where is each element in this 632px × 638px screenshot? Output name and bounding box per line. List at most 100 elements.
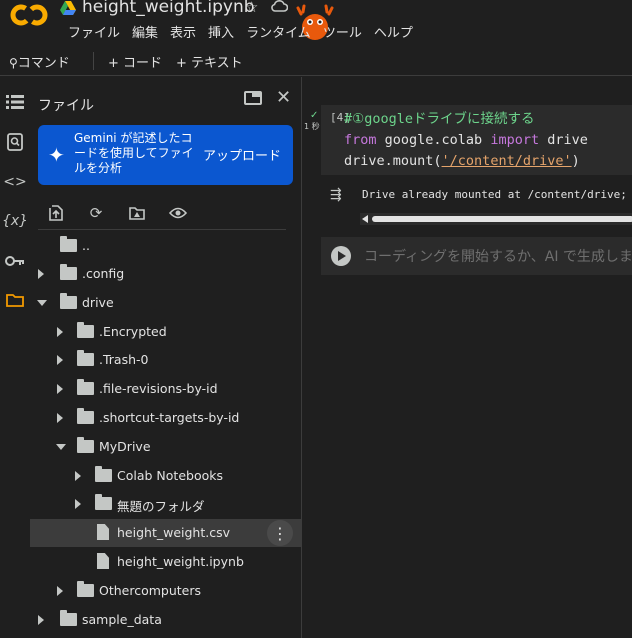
chevron-right-icon[interactable]: [38, 269, 44, 279]
execution-time: 1 秒: [304, 122, 320, 131]
folder-icon: [60, 264, 77, 280]
tree-item-othercomputers[interactable]: Othercomputers: [30, 577, 302, 605]
colab-logo-icon[interactable]: [10, 3, 48, 27]
menu-help[interactable]: ヘルプ: [368, 22, 419, 41]
folder-icon: [77, 437, 94, 453]
chevron-right-icon[interactable]: [57, 384, 63, 394]
table-of-contents-icon[interactable]: [4, 91, 26, 113]
left-rail: <> {x}: [0, 77, 30, 638]
gemini-banner[interactable]: ✦ Gemini が記述したコードを使用してファイルを分析 アップロード: [38, 125, 293, 185]
chevron-right-icon[interactable]: [38, 615, 44, 625]
code-snippets-icon[interactable]: <>: [3, 171, 26, 193]
tree-item-file-revisions[interactable]: .file-revisions-by-id: [30, 375, 302, 403]
code-editor[interactable]: #①googleドライブに接続する from google.colab impo…: [344, 109, 588, 172]
output-horizontal-scrollbar[interactable]: [360, 213, 632, 225]
add-code-button[interactable]: + コード: [108, 52, 162, 71]
menu-bar: ファイル 編集 表示 挿入 ランタイム ツール ヘルプ: [62, 22, 419, 41]
chevron-right-icon[interactable]: [57, 413, 63, 423]
code-keyword-import: import: [490, 132, 540, 148]
code-comment: #①googleドライブに接続する: [344, 111, 535, 127]
tree-item-height-weight-csv[interactable]: height_weight.csv ⋮: [30, 519, 302, 547]
find-icon[interactable]: [4, 131, 26, 153]
star-icon[interactable]: ☆: [245, 0, 258, 16]
folder-icon: [77, 408, 94, 424]
folder-open-icon: [60, 236, 77, 252]
command-button[interactable]: ⚲コマンド: [9, 52, 70, 71]
gemini-banner-text: Gemini が記述したコードを使用してファイルを分析: [74, 131, 194, 175]
folder-icon: [95, 494, 112, 510]
secrets-key-icon[interactable]: [4, 250, 26, 272]
upload-button[interactable]: アップロード: [203, 145, 281, 164]
app-header: height_weight.ipynb ☆ ファイル 編集 表示 挿入 ランタイ…: [0, 0, 632, 46]
folder-icon: [77, 581, 94, 597]
close-icon[interactable]: ✕: [276, 87, 291, 108]
file-actions-bar: ⟳: [30, 197, 302, 231]
tree-item-colab-notebooks[interactable]: Colab Notebooks: [30, 462, 302, 490]
code-import-name: drive: [539, 132, 588, 148]
gemini-sparkle-icon: ✦: [48, 143, 65, 167]
tree-item-config[interactable]: .config: [30, 260, 302, 288]
tree-item-shortcut-targets[interactable]: .shortcut-targets-by-id: [30, 404, 302, 432]
files-panel-title: ファイル: [38, 98, 94, 114]
files-folder-icon[interactable]: [4, 289, 26, 311]
code-call: drive.mount(: [344, 153, 442, 169]
code-module: google.colab: [376, 132, 491, 148]
notebook-title[interactable]: height_weight.ipynb: [82, 0, 255, 17]
chevron-down-icon[interactable]: [37, 300, 47, 306]
tree-item-trash[interactable]: .Trash-0: [30, 346, 302, 374]
menu-runtime[interactable]: ランタイム: [240, 22, 317, 41]
tree-item-sample-data[interactable]: sample_data: [30, 606, 302, 634]
cell-output: Drive already mounted at /content/drive;…: [362, 188, 632, 201]
chevron-down-icon[interactable]: [56, 444, 66, 450]
chevron-right-icon[interactable]: [75, 499, 81, 509]
folder-icon: [60, 610, 77, 626]
tree-item-parent[interactable]: ..: [30, 232, 302, 260]
open-in-tab-icon[interactable]: [244, 91, 262, 105]
cloud-saved-icon[interactable]: [270, 0, 288, 13]
chevron-right-icon[interactable]: [57, 355, 63, 365]
cell-placeholder[interactable]: コーディングを開始するか、AI で生成します。: [364, 246, 632, 266]
scrollbar-thumb[interactable]: [372, 216, 632, 222]
chevron-right-icon[interactable]: [75, 471, 81, 481]
show-hidden-eye-icon[interactable]: [168, 203, 188, 223]
more-options-icon[interactable]: ⋮: [267, 520, 293, 546]
file-icon: [97, 524, 109, 540]
refresh-icon[interactable]: ⟳: [86, 203, 106, 223]
folder-icon: [77, 350, 94, 366]
execution-success-icon: ✓: [310, 110, 319, 121]
code-keyword-from: from: [344, 132, 377, 148]
chevron-right-icon[interactable]: [57, 327, 63, 337]
file-icon: [97, 553, 109, 569]
notebook-toolbar: ⚲コマンド + コード + テキスト: [0, 46, 632, 76]
scroll-left-icon[interactable]: [362, 215, 368, 223]
folder-icon: [77, 379, 94, 395]
toolbar-divider: [93, 52, 94, 70]
code-close-paren: ): [571, 153, 580, 169]
chevron-right-icon[interactable]: [57, 586, 63, 596]
menu-tools[interactable]: ツール: [317, 22, 368, 41]
folder-icon: [77, 322, 94, 338]
mount-drive-icon[interactable]: [127, 203, 147, 223]
menu-file[interactable]: ファイル: [62, 22, 126, 41]
add-text-button[interactable]: + テキスト: [176, 52, 243, 71]
search-icon: ⚲: [9, 56, 18, 70]
variables-icon[interactable]: {x}: [2, 210, 28, 232]
tree-item-untitled-folder[interactable]: 無題のフォルダ: [30, 490, 302, 518]
menu-insert[interactable]: 挿入: [202, 22, 240, 41]
run-cell-icon[interactable]: [331, 246, 351, 266]
tree-item-drive[interactable]: drive: [30, 289, 302, 317]
output-actions-icon[interactable]: ⇶: [330, 187, 342, 203]
google-drive-icon[interactable]: [60, 1, 76, 15]
upload-file-icon[interactable]: [46, 203, 66, 223]
menu-edit[interactable]: 編集: [126, 22, 164, 41]
divider: [38, 229, 286, 230]
tree-item-encrypted[interactable]: .Encrypted: [30, 318, 302, 346]
tree-item-height-weight-ipynb[interactable]: height_weight.ipynb: [30, 548, 302, 576]
folder-icon: [60, 293, 77, 309]
tree-item-mydrive[interactable]: MyDrive: [30, 433, 302, 461]
notebook-area: ✓ 1 秒 [4] #①googleドライブに接続する from google.…: [302, 77, 632, 638]
menu-view[interactable]: 表示: [164, 22, 202, 41]
folder-icon: [95, 466, 112, 482]
files-panel: ファイル ✕ ✦ Gemini が記述したコードを使用してファイルを分析 アップ…: [30, 77, 302, 638]
code-string-arg: '/content/drive': [441, 153, 572, 169]
